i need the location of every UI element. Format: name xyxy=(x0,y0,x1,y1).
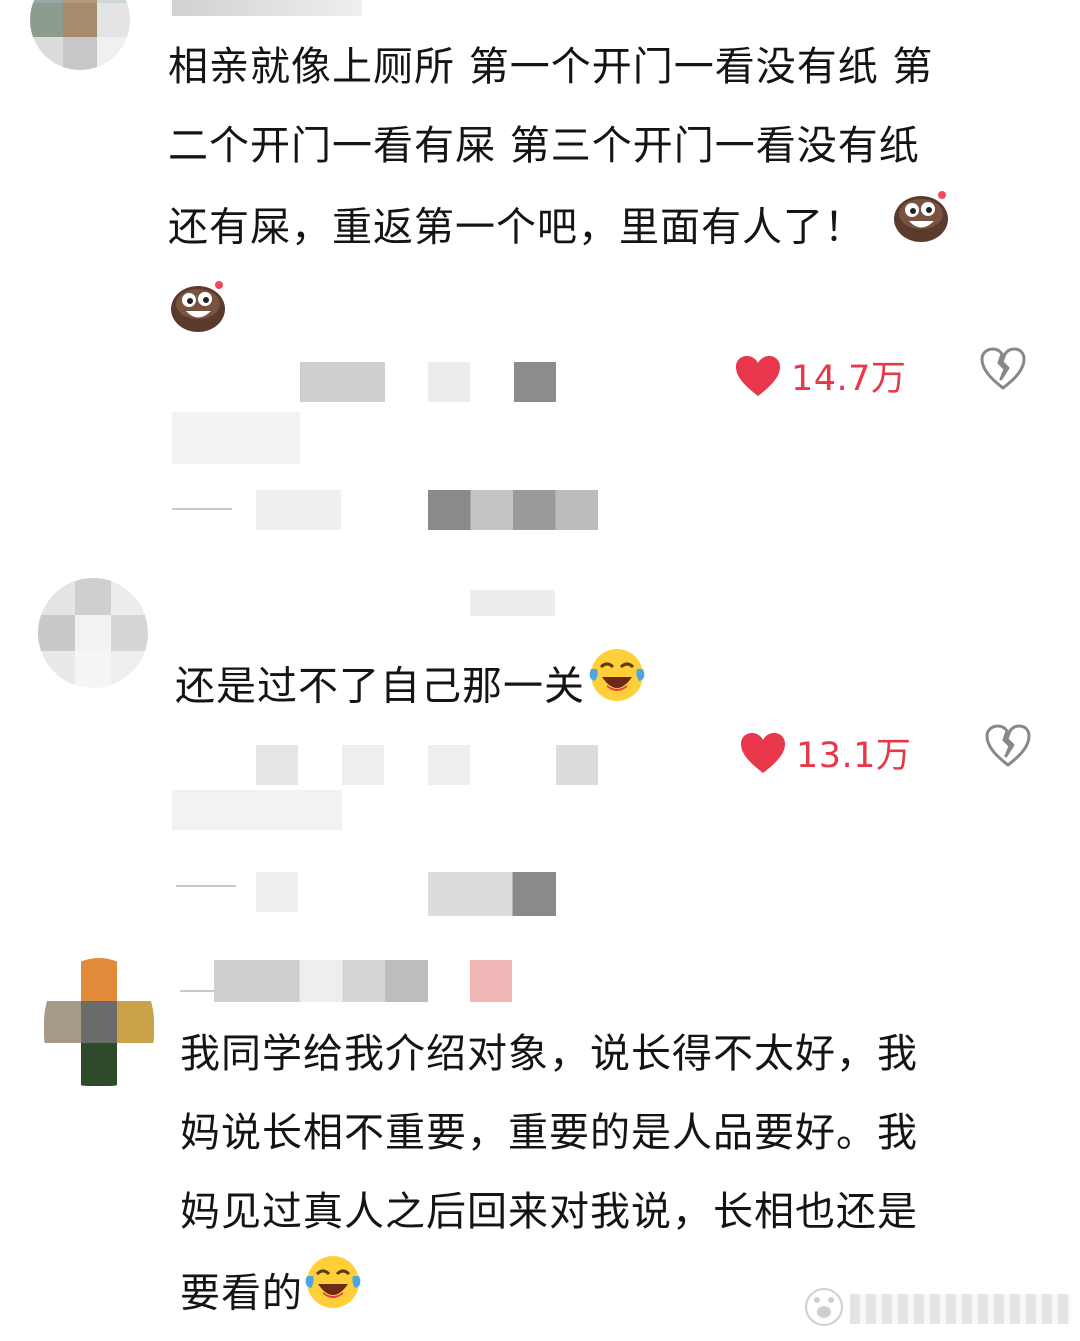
meta-blurred xyxy=(428,745,470,785)
comment-line: 妈说长相不重要，重要的是人品要好。我 xyxy=(180,1110,918,1156)
username-blurred[interactable] xyxy=(214,960,428,1002)
meta-blurred xyxy=(514,362,556,402)
user-avatar[interactable] xyxy=(38,578,148,688)
comment-line: 还有屎，重返第一个吧，里面有人了！ xyxy=(168,186,1028,273)
heart-icon xyxy=(740,732,786,774)
badge-blurred xyxy=(470,960,512,1002)
meta-blurred xyxy=(172,790,342,830)
replies-blurred[interactable] xyxy=(256,872,298,912)
meta-blurred xyxy=(556,745,598,785)
username-divider xyxy=(180,990,214,992)
watermark xyxy=(804,1287,1070,1331)
laugh-cry-face-icon xyxy=(303,1252,363,1339)
broken-heart-icon[interactable] xyxy=(980,347,1026,395)
meta-blurred xyxy=(342,745,384,785)
comment-line: 还是过不了自己那一关 xyxy=(175,645,647,732)
meta-blurred xyxy=(172,412,300,464)
like-button[interactable]: 13.1万 xyxy=(740,727,911,778)
watermark-blurred xyxy=(850,1294,1070,1324)
laugh-cry-face-icon xyxy=(587,645,647,732)
replies-blurred[interactable] xyxy=(428,872,556,916)
reply-divider xyxy=(176,885,236,887)
like-count: 14.7万 xyxy=(791,359,907,399)
grin-face-icon xyxy=(891,186,951,273)
user-avatar[interactable] xyxy=(30,0,130,70)
comment-line: 相亲就像上厕所 第一个开门一看没有纸 第 xyxy=(168,44,934,90)
like-count: 13.1万 xyxy=(796,736,912,776)
replies-blurred[interactable] xyxy=(256,490,341,530)
meta-blurred xyxy=(300,362,385,402)
comment-text: 相亲就像上厕所 第一个开门一看没有纸 第 二个开门一看有屎 第三个开门一看没有纸… xyxy=(168,28,1028,273)
broken-heart-icon[interactable] xyxy=(985,724,1031,772)
comment-line: 二个开门一看有屎 第三个开门一看没有纸 xyxy=(168,123,920,169)
username-blurred[interactable] xyxy=(172,0,362,16)
baidu-paw-icon xyxy=(804,1287,844,1331)
user-avatar[interactable] xyxy=(44,958,154,1086)
replies-blurred[interactable] xyxy=(428,490,598,530)
comment-text: 还是过不了自己那一关 xyxy=(175,645,647,732)
username-blurred[interactable] xyxy=(470,590,555,616)
like-button[interactable]: 14.7万 xyxy=(735,350,906,401)
heart-icon xyxy=(735,355,781,397)
comment-line: 妈见过真人之后回来对我说，长相也还是 xyxy=(180,1189,918,1235)
reply-divider xyxy=(172,508,232,510)
meta-blurred xyxy=(428,362,470,402)
comment-line: 我同学给我介绍对象，说长得不太好，我 xyxy=(180,1031,918,1077)
grin-face-icon xyxy=(168,276,228,340)
meta-blurred xyxy=(256,745,298,785)
